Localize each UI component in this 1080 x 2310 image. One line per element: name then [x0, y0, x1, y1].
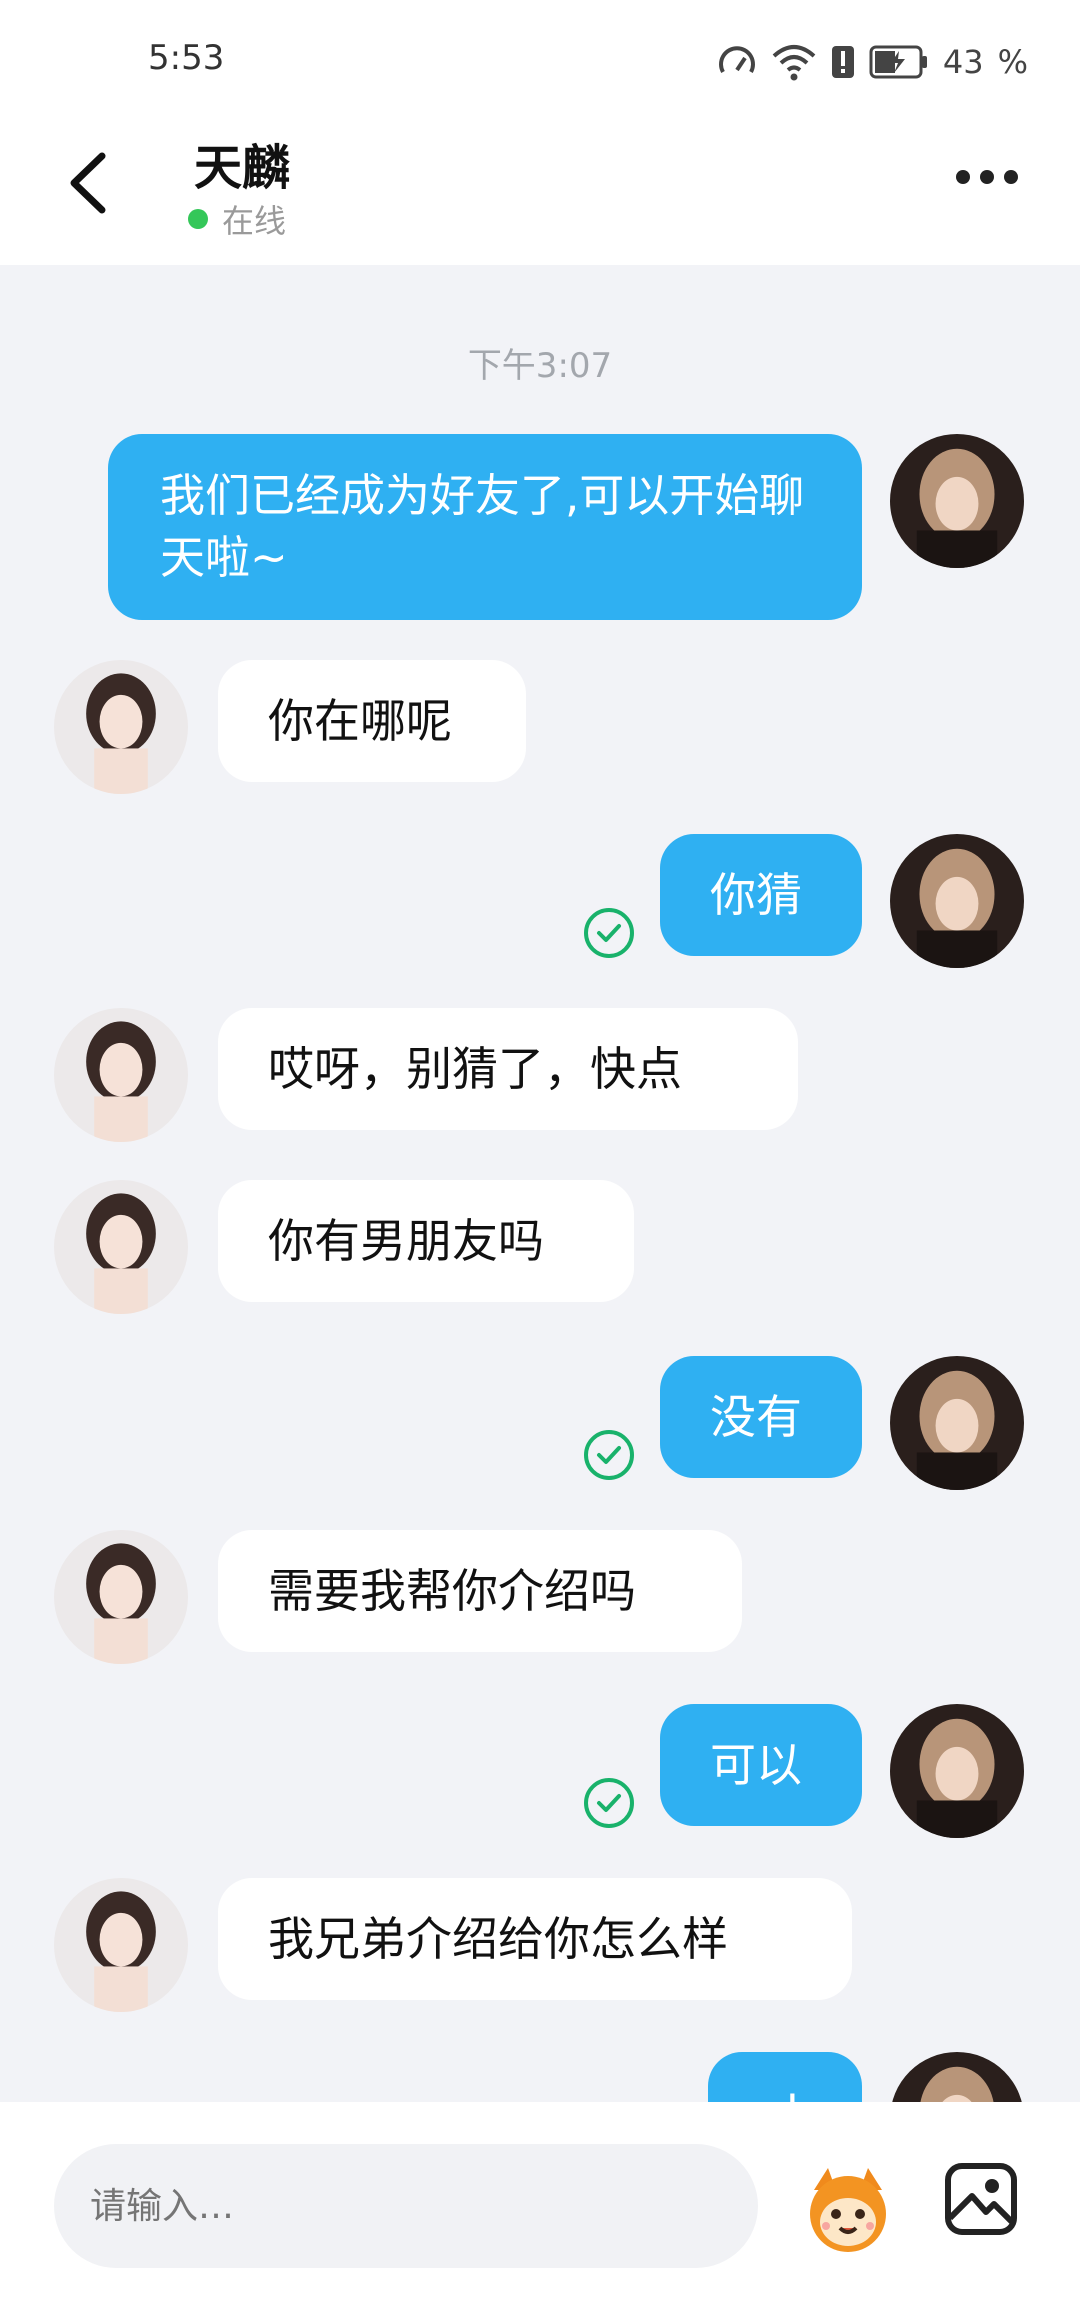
speed-icon — [718, 46, 755, 73]
read-check-icon — [584, 908, 634, 958]
message-bubble[interactable]: 可以 — [660, 1704, 862, 1826]
battery-percent-sign: % — [997, 43, 1028, 81]
online-dot-icon — [188, 209, 208, 229]
message-bubble[interactable]: 你猜 — [660, 834, 862, 956]
avatar[interactable] — [890, 1704, 1024, 1838]
back-icon[interactable] — [66, 150, 110, 216]
avatar[interactable] — [890, 1356, 1024, 1490]
online-status: 在线 — [188, 196, 286, 242]
battery-icon — [869, 45, 927, 79]
message-input[interactable] — [54, 2144, 758, 2268]
message-bubble[interactable]: 你在哪呢 — [218, 660, 526, 782]
chat-timestamp: 下午3:07 — [467, 346, 613, 386]
chat-header: 5:53 43% 天麟 在线 — [0, 0, 1080, 265]
message-bubble[interactable]: 我兄弟介绍给你怎么样 — [218, 1878, 852, 2000]
avatar[interactable] — [54, 1180, 188, 1314]
avatar[interactable] — [54, 1878, 188, 2012]
message-bubble[interactable]: 哎呀，别猜了，快点 — [218, 1008, 798, 1130]
status-time: 5:53 — [148, 38, 225, 78]
online-status-text: 在线 — [222, 202, 287, 240]
alert-icon — [831, 46, 854, 78]
avatar[interactable] — [54, 1008, 188, 1142]
message-bubble[interactable]: 我们已经成为好友了,可以开始聊天啦~ — [108, 434, 862, 620]
avatar[interactable] — [890, 834, 1024, 968]
read-check-icon — [584, 1430, 634, 1480]
status-icons: 43% — [717, 40, 1028, 84]
message-bubble[interactable]: 需要我帮你介绍吗 — [218, 1530, 742, 1652]
battery-level: 43 — [942, 43, 984, 81]
more-icon[interactable] — [956, 170, 1018, 184]
message-bubble[interactable]: 没有 — [660, 1356, 862, 1478]
wifi-icon — [772, 45, 816, 81]
avatar[interactable] — [54, 660, 188, 794]
image-icon[interactable] — [944, 2162, 1018, 2236]
avatar[interactable] — [890, 434, 1024, 568]
emoji-icon[interactable] — [800, 2160, 896, 2256]
contact-name: 天麟 — [194, 140, 291, 196]
avatar[interactable] — [54, 1530, 188, 1664]
message-bubble[interactable]: 你有男朋友吗 — [218, 1180, 634, 1302]
input-bar — [0, 2102, 1080, 2310]
read-check-icon — [584, 1778, 634, 1828]
